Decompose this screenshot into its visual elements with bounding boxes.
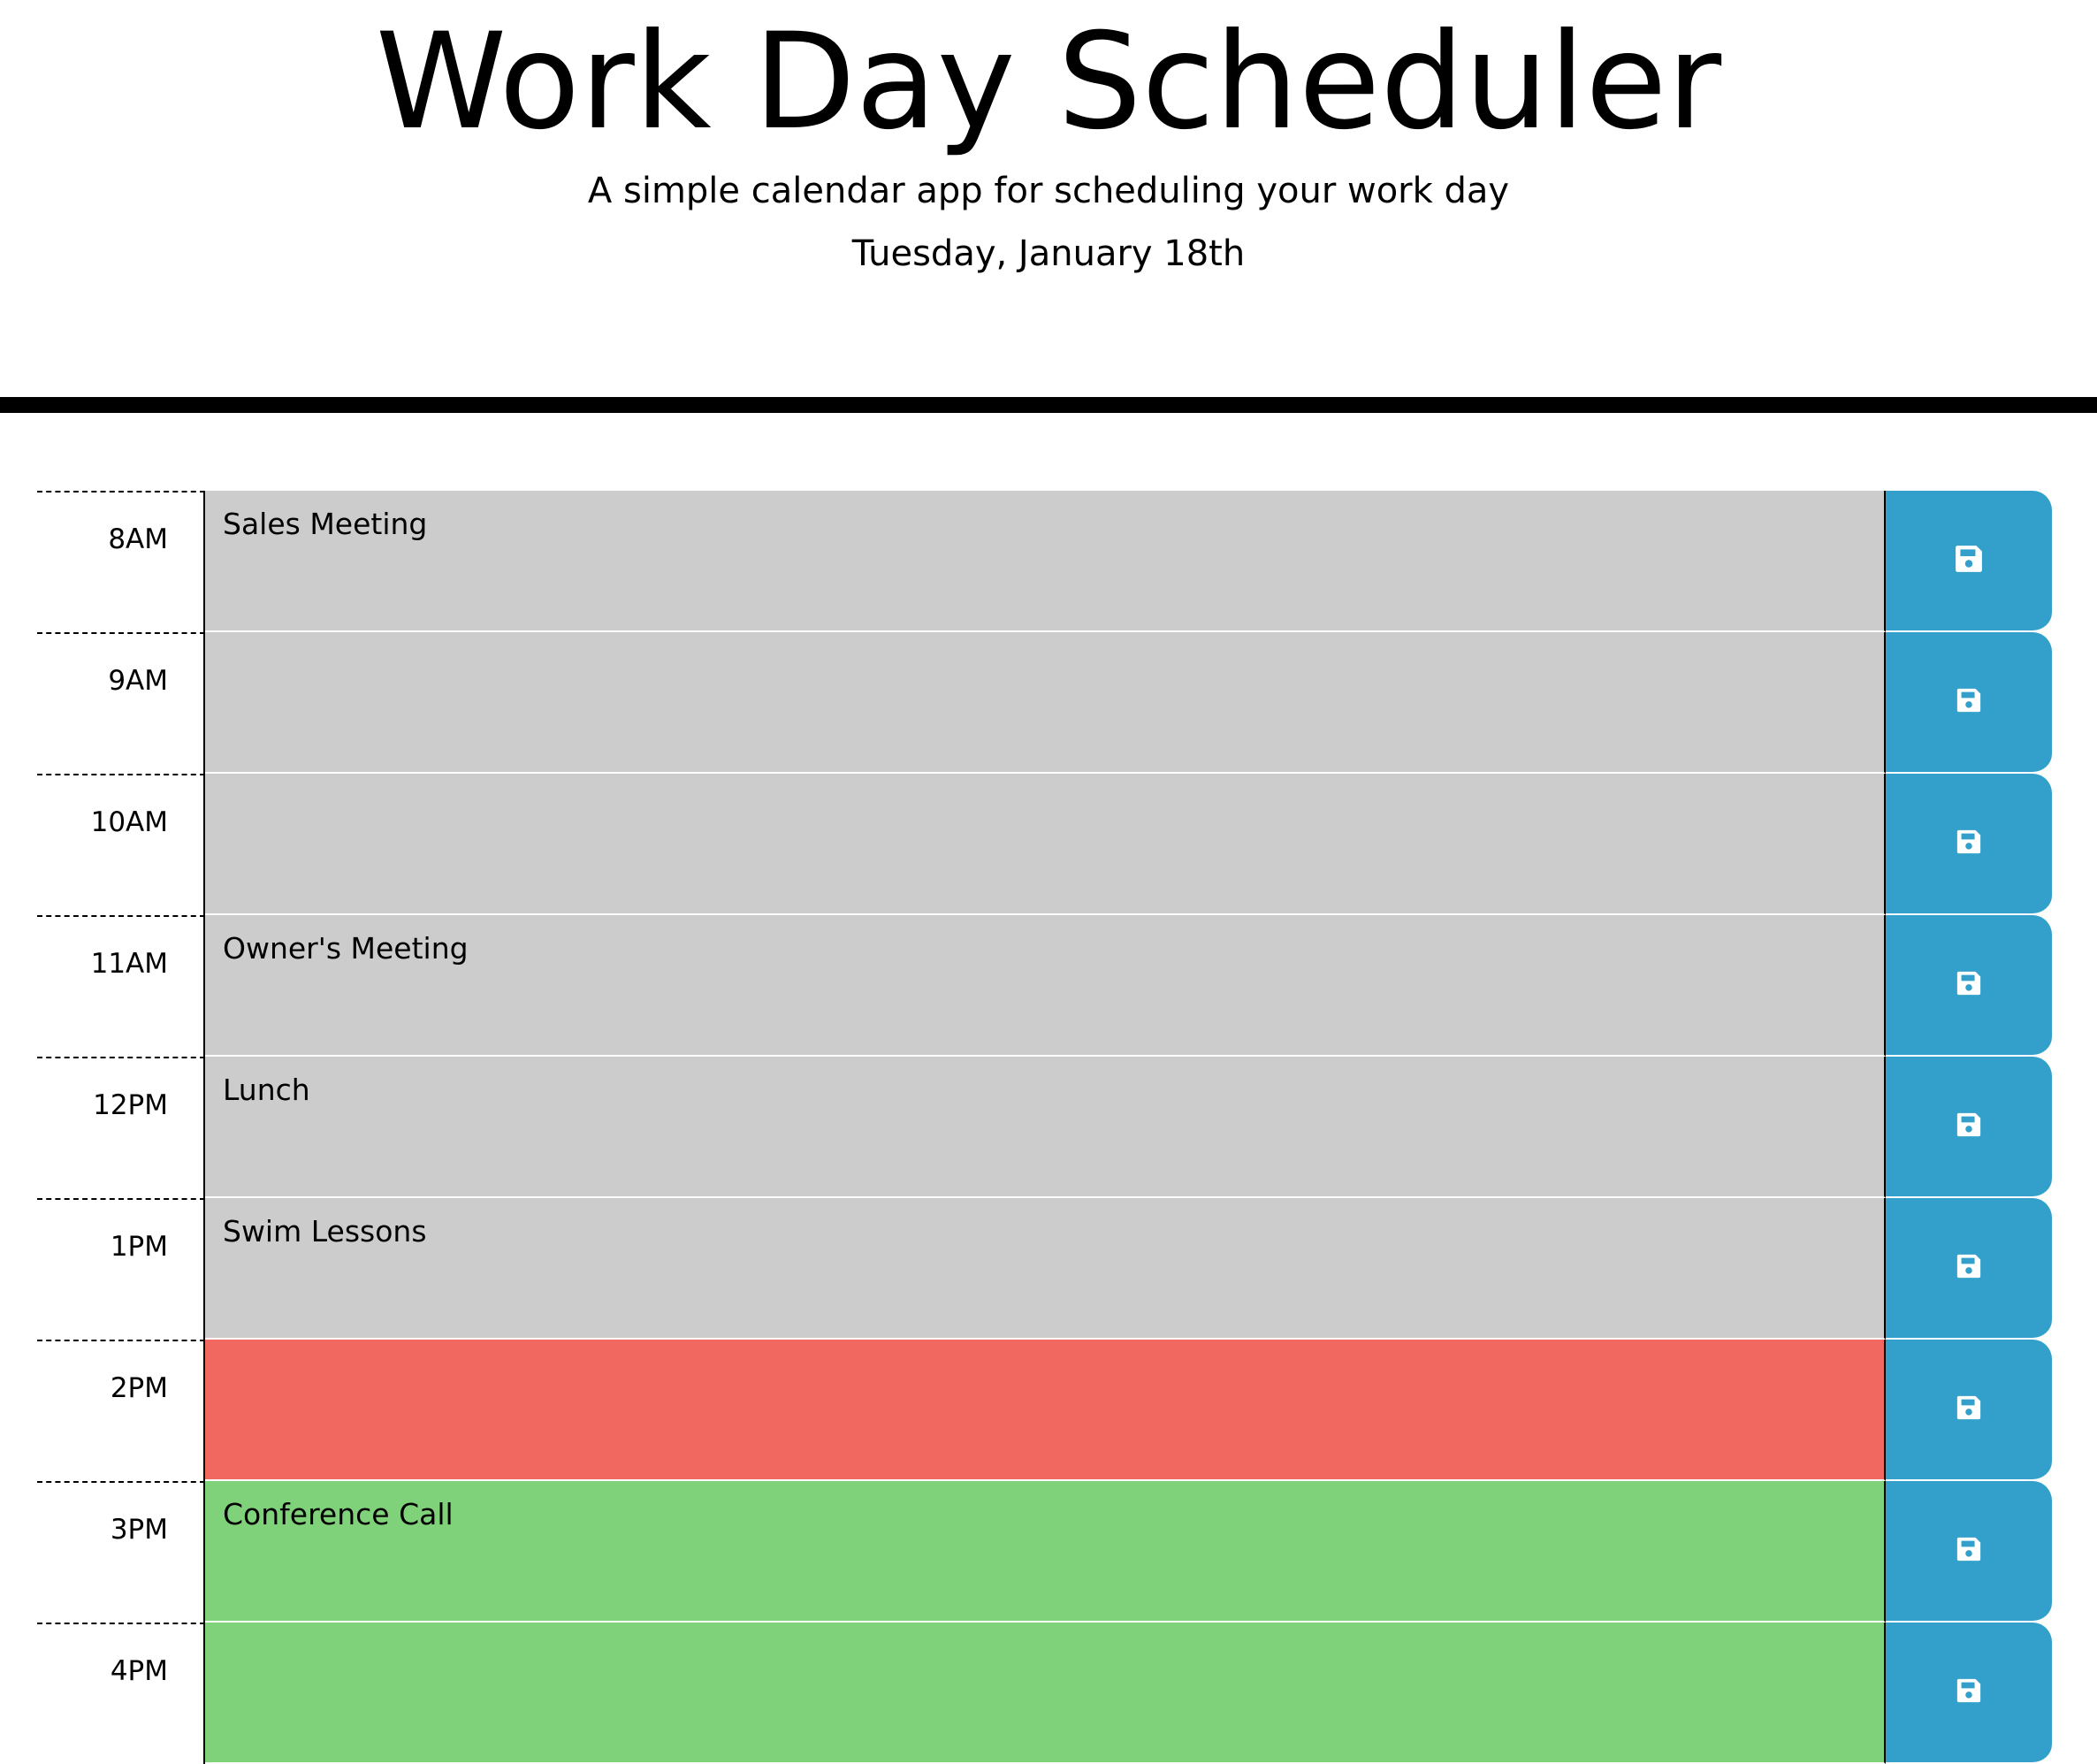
floppy-disk-icon	[1956, 1394, 1982, 1424]
save-button[interactable]	[1886, 1340, 2052, 1481]
hour-label: 4PM	[37, 1623, 205, 1764]
save-button[interactable]	[1886, 1057, 2052, 1198]
time-block-row: 10AM	[37, 774, 2052, 915]
floppy-disk-icon	[1956, 829, 1982, 859]
time-block-row: 1PM Swim Lessons	[37, 1198, 2052, 1340]
hour-label: 9AM	[37, 632, 205, 774]
schedule-container: 8AM Sales Meeting 9AM 10AM 11AM Owner's Meeti…	[37, 491, 2052, 1764]
floppy-disk-icon	[1956, 687, 1982, 717]
time-block-row: 3PM Conference Call	[37, 1481, 2052, 1623]
time-block-row: 8AM Sales Meeting	[37, 491, 2052, 632]
description-textarea[interactable]	[205, 1623, 1886, 1764]
time-block-row: 11AM Owner's Meeting	[37, 915, 2052, 1057]
save-button[interactable]	[1886, 1481, 2052, 1623]
time-block-row: 2PM	[37, 1340, 2052, 1481]
description-textarea[interactable]	[205, 632, 1886, 774]
save-button[interactable]	[1886, 1623, 2052, 1764]
hour-label: 12PM	[37, 1057, 205, 1198]
floppy-disk-icon	[1954, 544, 1984, 577]
description-textarea[interactable]: Conference Call	[205, 1481, 1886, 1623]
current-day: Tuesday, January 18th	[851, 233, 1246, 274]
description-textarea[interactable]: Swim Lessons	[205, 1198, 1886, 1340]
time-block-row: 12PM Lunch	[37, 1057, 2052, 1198]
save-button[interactable]	[1886, 915, 2052, 1057]
save-button[interactable]	[1886, 632, 2052, 774]
hour-label: 1PM	[37, 1198, 205, 1340]
description-textarea[interactable]	[205, 1340, 1886, 1481]
page-subtitle: A simple calendar app for scheduling you…	[587, 171, 1510, 211]
hour-label: 2PM	[37, 1340, 205, 1481]
floppy-disk-icon	[1956, 1677, 1982, 1707]
floppy-disk-icon	[1956, 1536, 1982, 1566]
description-textarea[interactable]: Sales Meeting	[205, 491, 1886, 632]
save-button[interactable]	[1886, 491, 2052, 632]
hour-label: 8AM	[37, 491, 205, 632]
floppy-disk-icon	[1956, 970, 1982, 1000]
description-textarea[interactable]: Owner's Meeting	[205, 915, 1886, 1057]
save-button[interactable]	[1886, 774, 2052, 915]
description-textarea[interactable]	[205, 774, 1886, 915]
time-block-row: 4PM	[37, 1623, 2052, 1764]
floppy-disk-icon	[1956, 1253, 1982, 1283]
save-button[interactable]	[1886, 1198, 2052, 1340]
hour-label: 3PM	[37, 1481, 205, 1623]
time-block-row: 9AM	[37, 632, 2052, 774]
floppy-disk-icon	[1956, 1111, 1982, 1142]
hour-label: 11AM	[37, 915, 205, 1057]
page-title: Work Day Scheduler	[375, 5, 1722, 159]
hour-label: 10AM	[37, 774, 205, 915]
header: Work Day Scheduler A simple calendar app…	[0, 0, 2097, 413]
description-textarea[interactable]: Lunch	[205, 1057, 1886, 1198]
